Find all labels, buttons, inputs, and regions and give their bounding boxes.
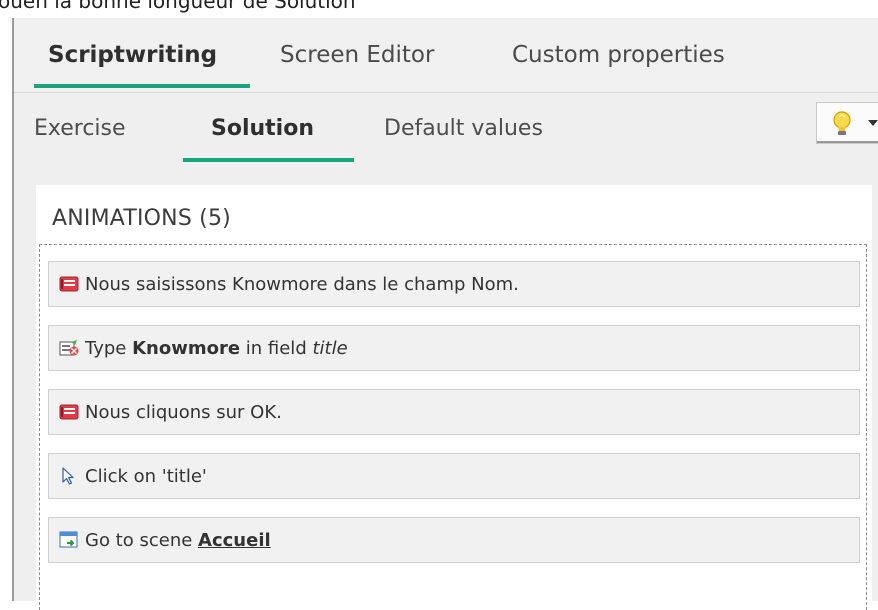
- main-tab-bar: Scriptwriting Screen Editor Custom prope…: [14, 18, 878, 93]
- go-to-scene-icon: [59, 531, 78, 548]
- sub-tab-bar: Exercise Solution Default values: [14, 93, 878, 163]
- active-tab-indicator: [34, 84, 250, 88]
- cursor-icon: [62, 467, 74, 485]
- cut-caption-text: ouen la bonne longueur de Solution: [0, 0, 356, 13]
- lightbulb-icon: [833, 111, 851, 135]
- active-subtab-indicator: [183, 158, 354, 162]
- tab-screen-editor[interactable]: Screen Editor: [280, 42, 434, 68]
- animation-text: Click on 'title': [85, 466, 207, 487]
- animation-item-comment-2[interactable]: Nous cliquons sur OK.: [48, 389, 860, 435]
- animation-text-middle: in field: [240, 338, 313, 359]
- animation-text: Type Knowmore in field title: [85, 338, 348, 359]
- tab-default-values[interactable]: Default values: [384, 116, 543, 141]
- animation-text-prefix: Type: [85, 338, 133, 359]
- animations-panel: ANIMATIONS (5) Nous saisissons Knowmore …: [36, 185, 872, 610]
- animations-heading: ANIMATIONS (5): [52, 206, 231, 231]
- scene-link[interactable]: Accueil: [198, 530, 271, 551]
- animation-item-type-text[interactable]: Type Knowmore in field title: [48, 325, 860, 371]
- animation-item-go-to-scene[interactable]: Go to scene Accueil: [48, 517, 860, 563]
- tab-solution[interactable]: Solution: [211, 116, 314, 141]
- animation-text: Nous saisissons Knowmore dans le champ N…: [85, 274, 519, 295]
- field-name: title: [312, 338, 348, 359]
- animation-text-prefix: Go to scene: [85, 530, 199, 551]
- comment-icon: [59, 276, 79, 292]
- typed-value: Knowmore: [132, 338, 241, 359]
- animation-text: Go to scene Accueil: [85, 530, 271, 551]
- comment-icon: [59, 404, 79, 420]
- tab-scriptwriting[interactable]: Scriptwriting: [48, 42, 217, 68]
- tips-dropdown-button[interactable]: [816, 102, 878, 144]
- tab-custom-properties[interactable]: Custom properties: [512, 42, 725, 68]
- tab-exercise[interactable]: Exercise: [34, 116, 126, 141]
- animation-item-click[interactable]: Click on 'title': [48, 453, 860, 499]
- animation-text: Nous cliquons sur OK.: [85, 402, 282, 423]
- type-action-icon: [59, 340, 79, 356]
- animation-item-comment-1[interactable]: Nous saisissons Knowmore dans le champ N…: [48, 261, 860, 307]
- animations-list: Nous saisissons Knowmore dans le champ N…: [39, 244, 867, 610]
- caret-down-icon: [868, 120, 878, 126]
- editor-frame: Scriptwriting Screen Editor Custom prope…: [14, 18, 878, 610]
